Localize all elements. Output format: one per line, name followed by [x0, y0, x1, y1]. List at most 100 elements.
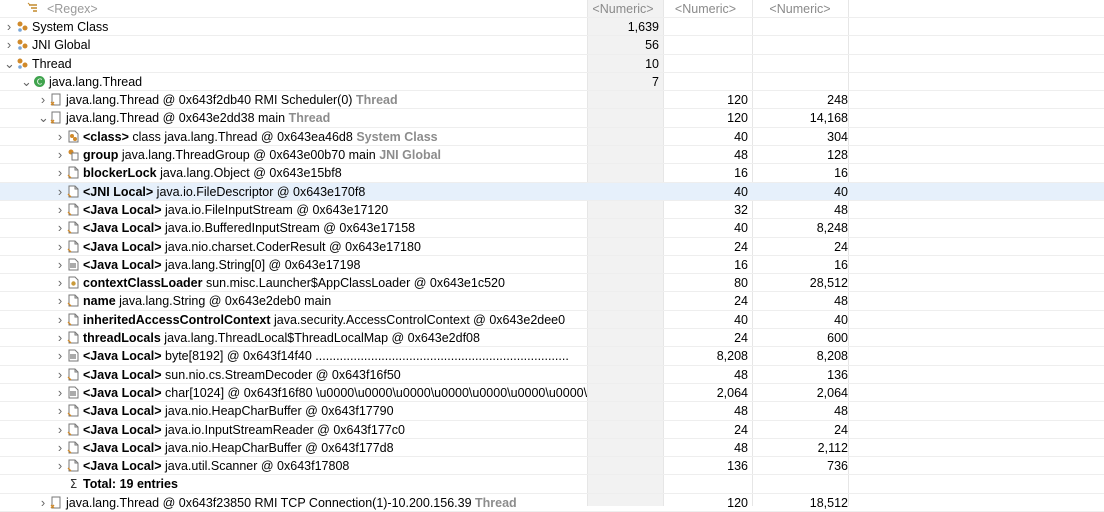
expand-twisty-icon[interactable]: › [38, 494, 48, 512]
regex-filter-cell[interactable]: <Regex> [0, 0, 587, 18]
objects-cell [587, 347, 659, 365]
retained-heap-cell [752, 475, 848, 493]
retained-heap-cell: 136 [827, 367, 848, 382]
total-row[interactable]: Σ Total: 19 entries [0, 475, 1104, 494]
object-tree-table[interactable]: <Regex> <Numeric> <Numeric> <Numeric> › S… [0, 0, 1104, 512]
expand-twisty-icon[interactable]: › [55, 347, 65, 365]
tree-row[interactable]: › <Java Local> java.io.BufferedInputStrea… [0, 219, 1104, 238]
tree-row[interactable]: › <JNI Local> java.io.FileDescriptor @ 0x… [0, 182, 1104, 201]
expand-twisty-icon[interactable]: › [55, 238, 65, 256]
collapse-twisty-icon[interactable]: ⌄ [21, 73, 32, 91]
tree-row[interactable]: › blockerLock java.lang.Object @ 0x643e15… [0, 164, 1104, 183]
expand-twisty-icon[interactable]: › [55, 366, 65, 384]
shallow-heap-cell: 2,064 [716, 385, 748, 400]
expand-twisty-icon[interactable]: › [4, 18, 14, 36]
tree-row[interactable]: › java.lang.Thread @ 0x643f23850 RMI TCP … [0, 494, 1104, 512]
shallow-heap-cell: 48 [734, 148, 748, 163]
expand-twisty-icon[interactable]: › [38, 91, 48, 109]
objects-cell [587, 402, 659, 420]
objects-cell [587, 183, 659, 201]
object-label: java.nio.charset.CoderResult @ 0x643e171… [161, 239, 421, 254]
field-name-label: <Java Local> [83, 440, 162, 455]
expand-twisty-icon[interactable]: › [55, 329, 65, 347]
expand-twisty-icon[interactable]: › [55, 457, 65, 475]
expand-twisty-icon[interactable]: › [55, 421, 65, 439]
collapse-twisty-icon[interactable]: ⌄ [4, 55, 15, 73]
expand-twisty-icon[interactable]: › [55, 439, 65, 457]
expand-twisty-icon[interactable]: › [55, 274, 65, 292]
tree-row[interactable]: ⌄ Cjava.lang.Thread 7 [0, 73, 1104, 92]
tree-row[interactable]: › group java.lang.ThreadGroup @ 0x643e00b… [0, 146, 1104, 165]
expand-twisty-icon[interactable]: › [55, 219, 65, 237]
tree-row[interactable]: › <Java Local> java.util.Scanner @ 0x643f… [0, 457, 1104, 476]
objects-cell [587, 128, 659, 146]
name-cell: › group java.lang.ThreadGroup @ 0x643e00b… [0, 146, 587, 164]
retained-heap-cell: 48 [834, 294, 848, 309]
tree-row[interactable]: › <Java Local> char[1024] @ 0x643f16f80 \… [0, 384, 1104, 403]
objects-cell [587, 201, 659, 219]
tree-row[interactable]: › threadLocals java.lang.ThreadLocal$Thre… [0, 329, 1104, 348]
object-reference-icon [67, 313, 80, 326]
tree-row[interactable]: › <Java Local> java.nio.HeapCharBuffer @ … [0, 402, 1104, 421]
name-cell: › name java.lang.String @ 0x643e2deb0 mai… [0, 292, 587, 310]
thread-object-icon [50, 93, 63, 106]
object-label: java.lang.String @ 0x643e2deb0 main [115, 294, 332, 309]
expand-twisty-icon[interactable]: › [4, 36, 14, 54]
tree-row[interactable]: › contextClassLoader sun.misc.Launcher$Ap… [0, 274, 1104, 293]
object-reference-icon [67, 331, 80, 344]
retained-heap-cell: 16 [834, 166, 848, 181]
numeric-filter-3[interactable]: <Numeric> [752, 0, 848, 18]
tree-row[interactable]: › System Class 1,639 [0, 18, 1104, 37]
field-name-label: <Java Local> [83, 221, 162, 236]
tree-row[interactable]: › inheritedAccessControlContext java.secu… [0, 311, 1104, 330]
expand-twisty-icon[interactable]: › [55, 292, 65, 310]
expand-twisty-icon[interactable]: › [55, 183, 65, 201]
tree-row[interactable]: › <Java Local> java.lang.String[0] @ 0x64… [0, 256, 1104, 275]
array-object-icon [67, 258, 80, 271]
expand-twisty-icon[interactable]: › [55, 146, 65, 164]
objects-cell [587, 238, 659, 256]
tree-row[interactable]: ⌄ Thread 10 [0, 55, 1104, 73]
filter-row[interactable]: <Regex> <Numeric> <Numeric> <Numeric> [0, 0, 1104, 18]
tree-row[interactable]: › <Java Local> java.io.FileInputStream @ … [0, 201, 1104, 220]
field-name-label: <Java Local> [83, 202, 162, 217]
expand-twisty-icon[interactable]: › [55, 384, 65, 402]
name-cell: › JNI Global [0, 36, 587, 54]
tree-row[interactable]: ⌄ java.lang.Thread @ 0x643e2dd38 main Thr… [0, 109, 1104, 128]
objects-cell [587, 366, 659, 384]
expand-twisty-icon[interactable]: › [55, 128, 65, 146]
retained-heap-cell: 48 [834, 404, 848, 419]
tree-row[interactable]: › <Java Local> java.nio.HeapCharBuffer @ … [0, 439, 1104, 458]
thread-object-icon [50, 111, 63, 124]
shallow-heap-cell: 40 [734, 129, 748, 144]
retained-heap-cell: 128 [827, 148, 848, 163]
filter-icon [27, 2, 40, 15]
expand-twisty-icon[interactable]: › [55, 402, 65, 420]
expand-twisty-icon[interactable]: › [55, 201, 65, 219]
retained-heap-cell: 18,512 [809, 495, 848, 510]
regex-filter-input[interactable]: <Regex> [47, 2, 98, 16]
collapse-twisty-icon[interactable]: ⌄ [38, 109, 49, 127]
retained-heap-cell: 24 [834, 239, 848, 254]
expand-twisty-icon[interactable]: › [55, 164, 65, 182]
shallow-heap-cell: 48 [734, 404, 748, 419]
retained-heap-cell: 48 [834, 202, 848, 217]
numeric-filter-2[interactable]: <Numeric> [663, 0, 748, 18]
tree-row[interactable]: › name java.lang.String @ 0x643e2deb0 mai… [0, 292, 1104, 311]
name-cell: › <Java Local> java.io.InputStreamReader … [0, 421, 587, 439]
tree-row[interactable]: › <Java Local> sun.nio.cs.StreamDecoder @… [0, 366, 1104, 384]
name-cell: › <Java Local> char[1024] @ 0x643f16f80 \… [0, 384, 587, 402]
field-name-label: <Java Local> [83, 459, 162, 474]
tree-row[interactable]: › <Java Local> java.nio.charset.CoderResu… [0, 238, 1104, 256]
tree-row[interactable]: › <Java Local> java.io.InputStreamReader … [0, 421, 1104, 439]
tree-row[interactable]: › <class> class java.lang.Thread @ 0x643e… [0, 128, 1104, 147]
numeric-filter-1[interactable]: <Numeric> [587, 0, 659, 18]
object-label: java.lang.Thread @ 0x643f2db40 RMI Sched… [66, 93, 356, 108]
field-name-label: contextClassLoader [83, 276, 203, 291]
objects-cell [587, 164, 659, 182]
expand-twisty-icon[interactable]: › [55, 311, 65, 329]
expand-twisty-icon[interactable]: › [55, 256, 65, 274]
tree-row[interactable]: › JNI Global 56 [0, 36, 1104, 55]
tree-row[interactable]: › java.lang.Thread @ 0x643f2db40 RMI Sche… [0, 91, 1104, 110]
tree-row[interactable]: › <Java Local> byte[8192] @ 0x643f14f40 .… [0, 347, 1104, 366]
